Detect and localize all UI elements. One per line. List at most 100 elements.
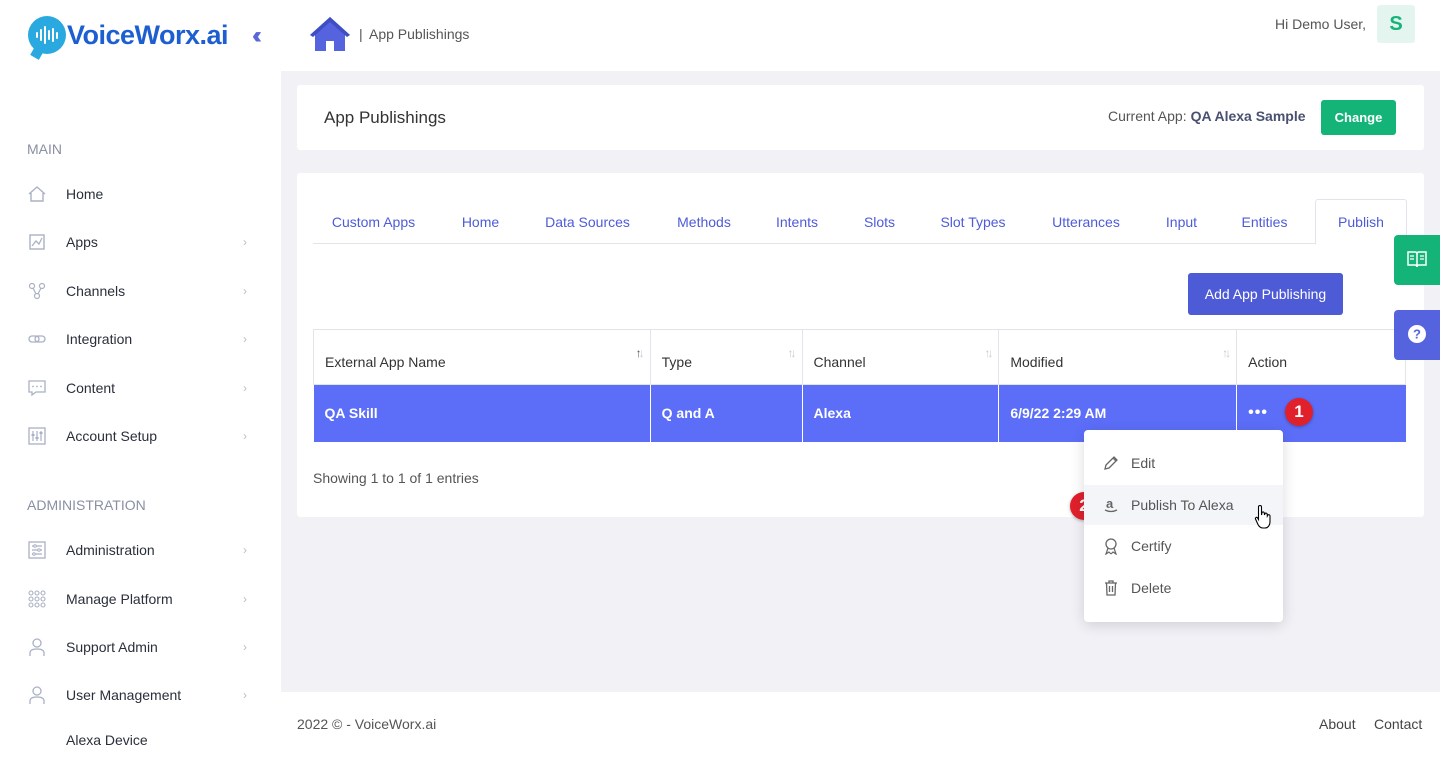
menu-item-label: Publish To Alexa	[1131, 497, 1234, 513]
sidebar-item-label: Administration	[66, 542, 155, 558]
tab-custom-apps[interactable]: Custom Apps	[313, 199, 434, 244]
sidebar-item-label: Home	[66, 186, 104, 202]
sidebar-item-label: Integration	[66, 331, 133, 347]
chevron-right-icon: ›	[243, 235, 247, 249]
sidebar-item-user-management[interactable]: User Management ›	[0, 675, 281, 715]
sidebar-item-channels[interactable]: Channels ›	[0, 271, 281, 311]
cell-channel: Alexa	[802, 384, 1000, 442]
help-button[interactable]: ?	[1394, 310, 1440, 360]
collapse-sidebar-icon[interactable]: ‹‹	[252, 22, 262, 50]
about-link[interactable]: About	[1319, 716, 1356, 732]
column-header-label: Modified	[1010, 354, 1064, 370]
current-app-name: QA Alexa Sample	[1190, 108, 1306, 124]
svg-text:?: ?	[1413, 326, 1421, 341]
sidebar-item-administration[interactable]: Administration ›	[0, 530, 281, 570]
sidebar-item-support-admin[interactable]: Support Admin ›	[0, 627, 281, 667]
sidebar-item-account-setup[interactable]: Account Setup ›	[0, 416, 281, 456]
topbar: | App Publishings Hi Demo User, S	[281, 0, 1440, 71]
chevron-right-icon: ›	[243, 332, 247, 346]
user-icon	[27, 637, 47, 657]
account-setup-icon	[27, 426, 47, 446]
column-header-action[interactable]: Action↑	[1236, 329, 1406, 385]
change-app-button[interactable]: Change	[1321, 100, 1396, 135]
award-icon	[1102, 537, 1120, 555]
table-header-row: External App Name ↑↓ Type ↑↓ Channel ↑↓ Mod…	[313, 329, 1406, 385]
column-header-modified[interactable]: Modified ↑↓	[998, 329, 1238, 385]
sidebar-item-label: Content	[66, 380, 116, 396]
breadcrumb: App Publishings	[369, 26, 470, 42]
apps-icon	[27, 232, 47, 252]
home-icon[interactable]	[308, 15, 352, 53]
entries-info: Showing 1 to 1 of 1 entries	[313, 470, 479, 486]
sidebar-item-home[interactable]: Home	[0, 174, 281, 214]
tab-slot-types[interactable]: Slot Types	[926, 199, 1020, 244]
copyright: 2022 © - VoiceWorx.ai	[297, 716, 437, 732]
column-header-label: Channel	[813, 354, 866, 370]
sidebar-item-content[interactable]: Content ›	[0, 368, 281, 408]
tab-bar: Custom Apps Home Data Sources Methods In…	[313, 199, 1407, 245]
hand-cursor-icon	[1254, 504, 1272, 530]
sidebar-item-label: Channels	[66, 283, 126, 299]
sidebar-item-label: Support Admin	[66, 639, 158, 655]
cell-type: Q and A	[650, 384, 803, 442]
current-app: Current App: QA Alexa Sample	[1108, 108, 1306, 124]
column-header-label: Action	[1248, 354, 1288, 370]
more-actions-icon[interactable]: •••	[1248, 404, 1268, 422]
publishings-table: External App Name ↑↓ Type ↑↓ Channel ↑↓ Mod…	[313, 329, 1406, 442]
sidebar-item-manage-platform[interactable]: Manage Platform ›	[0, 579, 281, 619]
add-app-publishing-button[interactable]: Add App Publishing	[1188, 273, 1343, 315]
column-header-channel[interactable]: Channel ↑↓	[801, 329, 1000, 385]
logo[interactable]: VoiceWorx.ai	[28, 16, 229, 54]
page-title: App Publishings	[324, 108, 446, 127]
column-header-external-app-name[interactable]: External App Name ↑↓	[313, 329, 651, 385]
sort-icon: ↑↓	[984, 346, 993, 360]
contact-link[interactable]: Contact	[1374, 716, 1422, 732]
sort-icon: ↑↓	[1222, 346, 1231, 360]
docs-button[interactable]	[1394, 235, 1440, 285]
chevron-right-icon: ›	[243, 592, 247, 606]
sidebar-item-apps[interactable]: Apps ›	[0, 222, 281, 262]
channels-icon	[27, 281, 47, 301]
home-icon	[27, 184, 47, 204]
tab-slots[interactable]: Slots	[848, 199, 911, 244]
section-label-main: MAIN	[27, 141, 62, 157]
user-icon	[27, 685, 47, 705]
column-header-label: External App Name	[325, 354, 446, 370]
tab-data-sources[interactable]: Data Sources	[534, 199, 641, 244]
menu-item-delete[interactable]: Delete	[1084, 568, 1283, 608]
svg-text:a: a	[1106, 496, 1114, 511]
avatar[interactable]: S	[1377, 5, 1415, 43]
section-label-administration: ADMINISTRATION	[27, 497, 146, 513]
tab-input[interactable]: Input	[1153, 199, 1210, 244]
logo-mark-icon	[28, 16, 66, 54]
column-header-label: Type	[661, 354, 692, 370]
question-icon: ?	[1406, 323, 1428, 348]
tab-home[interactable]: Home	[449, 199, 512, 244]
administration-icon	[27, 540, 47, 560]
page-header-card: App Publishings Current App: QA Alexa Sam…	[297, 85, 1424, 150]
user-greeting: Hi Demo User,	[1275, 16, 1367, 32]
sidebar-item-alexa-device[interactable]: Alexa Device	[0, 720, 281, 757]
menu-item-certify[interactable]: Certify	[1084, 526, 1283, 566]
tab-intents[interactable]: Intents	[763, 199, 831, 244]
chevron-right-icon: ›	[243, 381, 247, 395]
menu-item-label: Edit	[1131, 455, 1156, 471]
sort-icon: ↑↓	[635, 346, 645, 360]
tab-methods[interactable]: Methods	[664, 199, 744, 244]
sidebar-item-integration[interactable]: Integration ›	[0, 319, 281, 359]
trash-icon	[1102, 579, 1120, 597]
step-badge-1: 1	[1285, 398, 1313, 426]
amazon-icon: a	[1102, 496, 1120, 514]
footer: 2022 © - VoiceWorx.ai About Contact	[281, 692, 1440, 757]
menu-item-edit[interactable]: Edit	[1084, 443, 1283, 483]
menu-item-label: Delete	[1131, 580, 1172, 596]
tab-entities[interactable]: Entities	[1226, 199, 1303, 244]
chevron-right-icon: ›	[243, 640, 247, 654]
sidebar: VoiceWorx.ai ‹‹ MAIN Home Apps › Channel…	[0, 0, 281, 757]
tab-utterances[interactable]: Utterances	[1039, 199, 1133, 244]
integration-icon	[27, 329, 47, 349]
column-header-type[interactable]: Type ↑↓	[649, 329, 803, 385]
chevron-right-icon: ›	[243, 688, 247, 702]
content-icon	[27, 378, 47, 398]
sort-icon: ↑↓	[787, 346, 797, 360]
